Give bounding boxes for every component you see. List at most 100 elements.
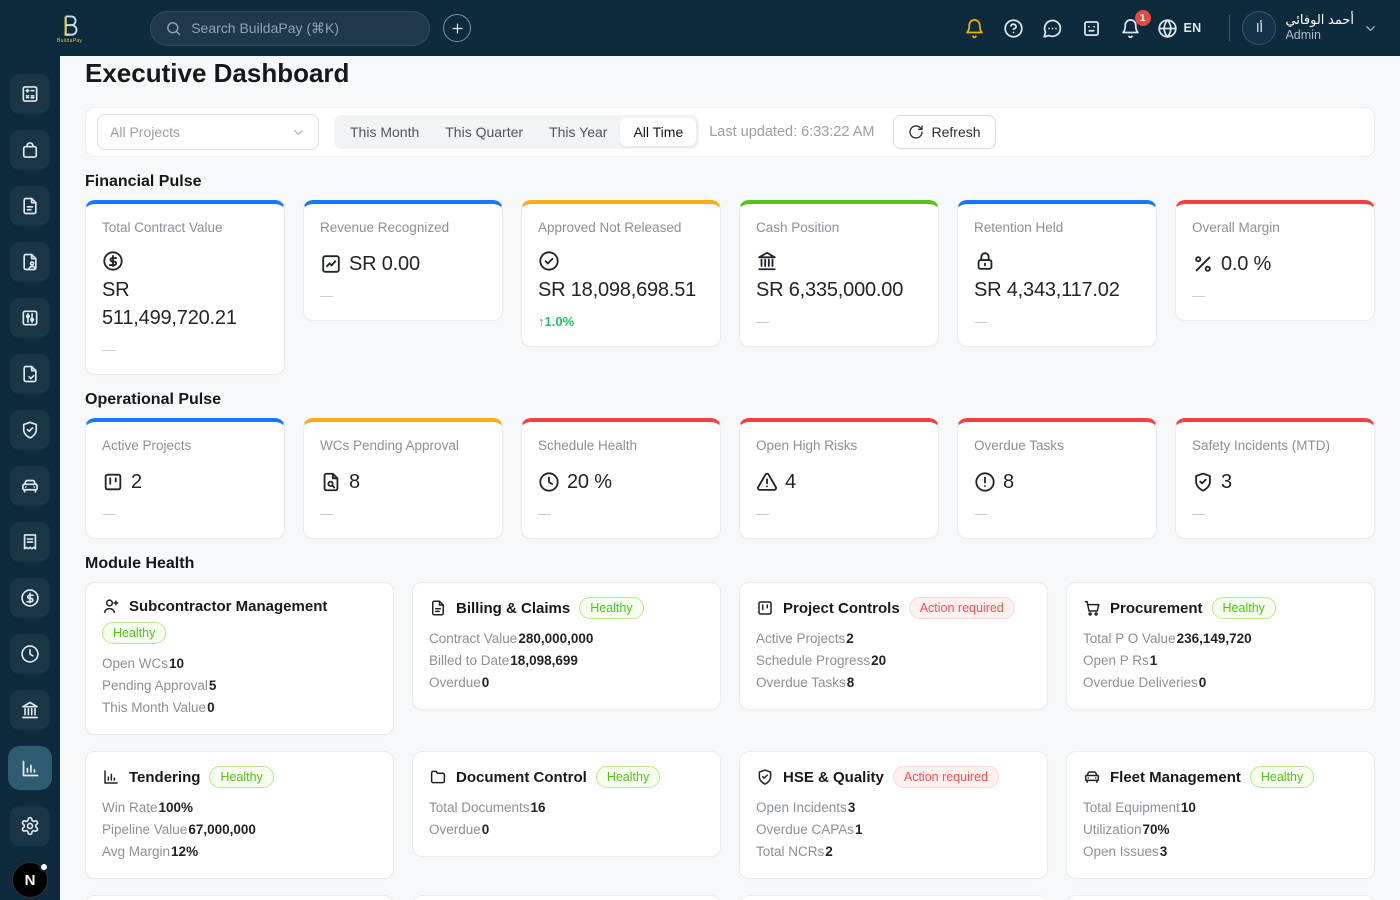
kpi-change: —	[102, 342, 268, 358]
module-card-stub	[739, 895, 1048, 900]
message-dots-icon	[1042, 18, 1063, 39]
stat-value: 16	[531, 800, 546, 815]
stat-label: Open Incidents	[756, 800, 847, 815]
module-stat-row: Total P O Value236,149,720	[1083, 628, 1358, 650]
quick-add-button[interactable]	[443, 14, 471, 42]
language-label: EN	[1184, 21, 1202, 35]
kpi-change: —	[538, 506, 704, 522]
module-stat-row: Overdue CAPAs1	[756, 819, 1031, 841]
stat-value: 3	[848, 800, 856, 815]
stat-label: Overdue Deliveries	[1083, 675, 1198, 690]
stat-label: Utilization	[1083, 822, 1142, 837]
sidebar-item-hse[interactable]	[10, 410, 50, 450]
language-button[interactable]: EN	[1157, 15, 1202, 41]
kpi-card-safety-incidents-mtd-: Safety Incidents (MTD)3—	[1175, 418, 1375, 539]
page-title: Executive Dashboard	[85, 56, 1375, 90]
shopping-bag-icon	[20, 140, 40, 160]
notifications-button[interactable]: 1	[1118, 15, 1144, 41]
kpi-title: Total Contract Value	[102, 219, 268, 237]
feedback-button[interactable]	[1079, 15, 1105, 41]
module-stat-row: Total NCRs2	[756, 841, 1031, 863]
dev-indicator-dot	[39, 862, 49, 872]
section-title-financial: Financial Pulse	[85, 173, 1375, 191]
circle-dollar-icon	[102, 250, 124, 272]
sidebar-item-controls[interactable]	[10, 298, 50, 338]
status-badge: Healthy	[102, 622, 166, 644]
kpi-change: ↑1.0%	[538, 314, 704, 330]
stat-label: Avg Margin	[102, 844, 170, 859]
sidebar-item-procurement[interactable]	[10, 130, 50, 170]
kpi-value: 3	[1221, 468, 1232, 496]
stat-value: 0	[482, 675, 490, 690]
range-tab-this-month[interactable]: This Month	[337, 118, 432, 146]
module-stat-row: Overdue Tasks8	[756, 672, 1031, 694]
bar-chart-icon	[102, 768, 120, 786]
kpi-change: —	[974, 506, 1140, 522]
status-badge: Healthy	[209, 766, 273, 788]
module-title: Document Control	[456, 769, 587, 786]
module-health-cards: Subcontractor Management Healthy Open WCs1…	[85, 582, 1375, 900]
kpi-change: —	[1192, 288, 1358, 304]
sidebar-item-invoices[interactable]	[10, 522, 50, 562]
kpi-card-cash-position: Cash PositionSR 6,335,000.00—	[739, 200, 939, 347]
kpi-value: 0.0 %	[1221, 250, 1271, 278]
car-icon	[20, 476, 40, 496]
kpi-value-row: 20 %	[538, 468, 704, 496]
module-title: Subcontractor Management	[129, 598, 327, 615]
range-tab-this-quarter[interactable]: This Quarter	[432, 118, 536, 146]
sidebar-item-contracts[interactable]	[10, 242, 50, 282]
project-select[interactable]: All Projects	[97, 114, 319, 150]
cart-icon	[1083, 599, 1101, 617]
sidebar-item-documents[interactable]	[10, 186, 50, 226]
search-input[interactable]	[191, 20, 415, 36]
chevron-down-icon[interactable]	[1363, 21, 1378, 36]
kpi-card-active-projects: Active Projects2—	[85, 418, 285, 539]
bell-ring-icon	[964, 18, 985, 39]
stat-value: 280,000,000	[518, 631, 593, 646]
whats-new-button[interactable]	[962, 15, 988, 41]
sidebar-item-finance[interactable]	[10, 578, 50, 618]
buildapay-logo-icon	[58, 13, 82, 39]
module-stat-row: Open Issues3	[1083, 841, 1358, 863]
module-stat-row: Total Documents16	[429, 797, 704, 819]
bar-chart-icon	[20, 758, 41, 779]
module-card-header: Billing & ClaimsHealthy	[429, 597, 704, 619]
sidebar-item-fleet[interactable]	[10, 466, 50, 506]
user-role: Admin	[1285, 28, 1354, 44]
dev-indicator-button[interactable]: N	[12, 862, 48, 898]
kpi-title: Active Projects	[102, 437, 268, 455]
sidebar-item-time[interactable]	[10, 634, 50, 674]
stat-value: 20	[871, 653, 886, 668]
chat-button[interactable]	[1040, 15, 1066, 41]
user-menu[interactable]: أا أحمد الوفائي Admin	[1242, 11, 1378, 45]
range-tab-this-year[interactable]: This Year	[536, 118, 620, 146]
module-card-billing-claims: Billing & ClaimsHealthyContract Value280…	[412, 582, 721, 710]
sidebar-item-dashboard[interactable]	[8, 746, 52, 790]
kpi-value: 8	[1003, 468, 1014, 496]
sidebar-item-estimating[interactable]	[10, 74, 50, 114]
module-stat-row: Open WCs10	[102, 653, 377, 675]
global-search[interactable]	[150, 11, 430, 46]
module-card-header: Fleet ManagementHealthy	[1083, 766, 1358, 788]
logo-caption: BuildaPay	[57, 38, 82, 44]
module-stat-row: Total Equipment10	[1083, 797, 1358, 819]
range-tab-all-time[interactable]: All Time	[620, 118, 696, 146]
app-logo[interactable]: BuildaPay	[57, 13, 82, 44]
stat-label: Total P O Value	[1083, 631, 1176, 646]
module-stat-row: Overdue0	[429, 819, 704, 841]
module-stat-row: Overdue Deliveries0	[1083, 672, 1358, 694]
stat-value: 100%	[159, 800, 194, 815]
help-button[interactable]	[1001, 15, 1027, 41]
landmark-icon	[20, 700, 40, 720]
sidebar-item-approvals[interactable]	[10, 354, 50, 394]
kpi-value-row: 3	[1192, 468, 1358, 496]
check-circle-icon	[538, 250, 560, 272]
kpi-change: —	[102, 506, 268, 522]
sidebar-item-settings[interactable]	[10, 806, 50, 846]
avatar-initials: أا	[1256, 21, 1263, 35]
refresh-button[interactable]: Refresh	[893, 115, 996, 149]
sidebar-item-banking[interactable]	[10, 690, 50, 730]
kpi-title: Approved Not Released	[538, 219, 704, 237]
kpi-change: —	[320, 506, 486, 522]
stat-label: Open Issues	[1083, 844, 1159, 859]
